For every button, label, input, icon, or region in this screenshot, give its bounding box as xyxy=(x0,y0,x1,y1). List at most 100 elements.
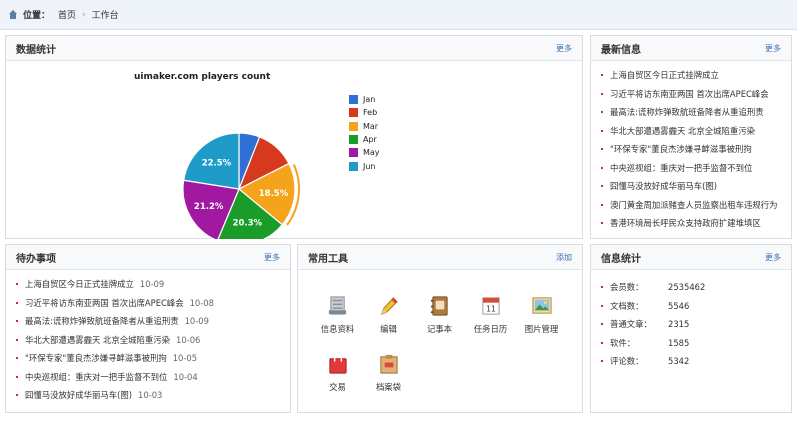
todo-item-date: 10-06 xyxy=(176,334,201,345)
tool-label: 档案袋 xyxy=(375,382,402,392)
bullet-icon xyxy=(601,222,603,225)
legend-label: Feb xyxy=(363,108,378,118)
todo-item-date: 10-09 xyxy=(184,316,209,327)
legend-item[interactable]: Feb xyxy=(349,106,380,119)
news-item[interactable]: 上海自贸区今日正式挂牌成立 xyxy=(601,66,783,85)
bullet-icon xyxy=(601,323,603,326)
tools-panel-header: 常用工具 添加 xyxy=(298,245,582,270)
news-item[interactable]: 习近平将访东南亚两国 首次出席APEC峰会 xyxy=(601,85,783,104)
news-item[interactable]: "环保专家"董良杰涉嫌寻衅滋事被刑拘 xyxy=(601,140,783,159)
bullet-icon xyxy=(601,341,603,344)
todo-item[interactable]: 中央巡视组：重庆对一把手监督不到位 10-04 xyxy=(16,368,282,387)
tool-document[interactable]: 信息资料 xyxy=(312,290,363,348)
pie-slice-label: 22.5% xyxy=(202,159,232,169)
news-item[interactable]: 最高法:谎称炸弹致航班备降者从重追刑责 xyxy=(601,103,783,122)
info-panel-header: 信息统计 更多 xyxy=(591,245,791,270)
todo-panel-header: 待办事项 更多 xyxy=(6,245,290,270)
news-list: 上海自贸区今日正式挂牌成立习近平将访东南亚两国 首次出席APEC峰会最高法:谎称… xyxy=(591,61,791,233)
legend-item[interactable]: Mar xyxy=(349,120,380,133)
news-item-text: 澳门黄金周加派赌查人员监察出租车违规行为 xyxy=(610,199,778,210)
pencil-icon xyxy=(380,297,398,315)
legend-swatch xyxy=(349,148,358,158)
news-item-text: 习近平将访东南亚两国 首次出席APEC峰会 xyxy=(610,88,769,99)
todo-item-text: 上海自贸区今日正式挂牌成立 xyxy=(25,279,134,290)
todo-item-text: "环保专家"董良杰涉嫌寻衅滋事被刑拘 xyxy=(25,353,167,364)
todo-item-date: 10-09 xyxy=(139,279,165,290)
todo-item-text: 囧懂马没放好成华丽马车(图) xyxy=(25,390,133,401)
bullet-icon xyxy=(16,375,18,378)
todo-item[interactable]: 华北大部遭遇雾霾天 北京全城陷重污染 10-06 xyxy=(16,331,282,350)
todo-item[interactable]: "环保专家"董良杰涉嫌寻衅滋事被刑拘 10-05 xyxy=(16,349,282,368)
news-item-text: 香港环境局长呼民众支持政府扩建堆填区 xyxy=(610,218,761,229)
document-icon xyxy=(328,296,346,315)
info-row-label: 评论数： xyxy=(610,356,644,367)
stats-panel: 数据统计 更多 uimaker.com players count 18.5% 2… xyxy=(5,35,583,239)
info-row: 评论数： 5342 xyxy=(601,352,783,371)
calendar-icon: 11 xyxy=(481,297,500,315)
info-row: 普通文章： 2315 xyxy=(601,315,783,334)
todo-more-link[interactable]: 更多 xyxy=(264,252,280,263)
tools-panel: 常用工具 添加 信息资料 编辑 记事本 11 任务日历 图片管理交易 档案袋 xyxy=(297,244,583,413)
news-item-text: 囧懂马没放好成华丽马车(图) xyxy=(610,181,718,192)
todo-item-date: 10-05 xyxy=(172,353,198,364)
bullet-icon xyxy=(16,301,18,304)
todo-item-text: 最高法:谎称炸弹致航班备降者从重追刑责 xyxy=(25,316,179,327)
news-panel-title: 最新信息 xyxy=(601,44,641,56)
tool-label: 记事本 xyxy=(426,324,453,334)
svg-text:11: 11 xyxy=(486,304,496,313)
pie-slice-label: 18.5% xyxy=(259,189,289,199)
info-row-value: 5342 xyxy=(668,356,690,367)
bullet-icon xyxy=(601,111,603,114)
todo-item-date: 10-04 xyxy=(173,371,198,382)
tool-calendar[interactable]: 11 任务日历 xyxy=(465,290,516,348)
legend-item[interactable]: Jun xyxy=(349,159,380,172)
todo-item[interactable]: 囧懂马没放好成华丽马车(图) 10-03 xyxy=(16,386,282,405)
tools-add-link[interactable]: 添加 xyxy=(556,252,572,263)
news-item[interactable]: 澳门黄金周加派赌查人员监察出租车违规行为 xyxy=(601,196,783,215)
todo-panel: 待办事项 更多 上海自贸区今日正式挂牌成立 10-09 习近平将访东南亚两国 首次出… xyxy=(5,244,291,413)
todo-list: 上海自贸区今日正式挂牌成立 10-09 习近平将访东南亚两国 首次出席APEC峰会 1… xyxy=(6,270,290,405)
legend-item[interactable]: Apr xyxy=(349,133,380,146)
news-item-text: 中央巡视组：重庆对一把手监督不到位 xyxy=(610,162,753,173)
tool-shopping-bag[interactable]: 交易 xyxy=(312,348,363,406)
news-item[interactable]: 囧懂马没放好成华丽马车(图) xyxy=(601,177,783,196)
bullet-icon xyxy=(601,129,603,132)
bullet-icon xyxy=(601,286,603,289)
legend-label: Jan xyxy=(363,95,376,105)
stats-panel-header: 数据统计 更多 xyxy=(6,36,582,61)
breadcrumb-current: 工作台 xyxy=(91,11,119,21)
news-item[interactable]: 中央巡视组：重庆对一把手监督不到位 xyxy=(601,159,783,178)
legend-item[interactable]: May xyxy=(349,146,380,159)
todo-item-text: 习近平将访东南亚两国 首次出席APEC峰会 xyxy=(25,297,184,308)
todo-item[interactable]: 习近平将访东南亚两国 首次出席APEC峰会 10-08 xyxy=(16,294,282,313)
bullet-icon xyxy=(16,357,18,360)
breadcrumb: 位置： 首页 › 工作台 xyxy=(0,0,797,30)
bullet-icon xyxy=(16,320,18,323)
bullet-icon xyxy=(601,185,603,188)
breadcrumb-home-link[interactable]: 首页 xyxy=(58,8,76,21)
todo-panel-title: 待办事项 xyxy=(16,253,56,265)
tool-pencil[interactable]: 编辑 xyxy=(363,290,414,348)
tool-picture[interactable]: 图片管理 xyxy=(516,290,567,348)
tool-label: 信息资料 xyxy=(320,324,355,334)
stats-more-link[interactable]: 更多 xyxy=(556,43,572,54)
location-label: 位置： xyxy=(23,11,51,21)
todo-item[interactable]: 上海自贸区今日正式挂牌成立 10-09 xyxy=(16,275,282,294)
tool-label: 编辑 xyxy=(380,324,397,334)
info-more-link[interactable]: 更多 xyxy=(765,252,781,263)
news-item[interactable]: 香港环境局长呼民众支持政府扩建堆填区 xyxy=(601,214,783,233)
todo-item-text: 华北大部遭遇雾霾天 北京全城陷重污染 xyxy=(25,334,171,345)
legend-item[interactable]: Jan xyxy=(349,93,380,106)
pie-chart: 18.5% 20.3% 21.2% 22.5% xyxy=(182,132,300,239)
tool-notebook[interactable]: 记事本 xyxy=(414,290,465,348)
tool-archive-bag[interactable]: 档案袋 xyxy=(363,348,414,406)
tool-label: 任务日历 xyxy=(473,324,508,334)
news-more-link[interactable]: 更多 xyxy=(765,43,781,54)
legend-swatch xyxy=(349,95,358,105)
info-row-value: 5546 xyxy=(668,300,690,311)
news-item[interactable]: 华北大部遭遇雾霾天 北京全城陷重污染 xyxy=(601,122,783,141)
info-row-label: 软件： xyxy=(610,337,636,348)
todo-item[interactable]: 最高法:谎称炸弹致航班备降者从重追刑责 10-09 xyxy=(16,312,282,331)
bullet-icon xyxy=(16,394,18,397)
info-row: 会员数： 2535462 xyxy=(601,278,783,297)
